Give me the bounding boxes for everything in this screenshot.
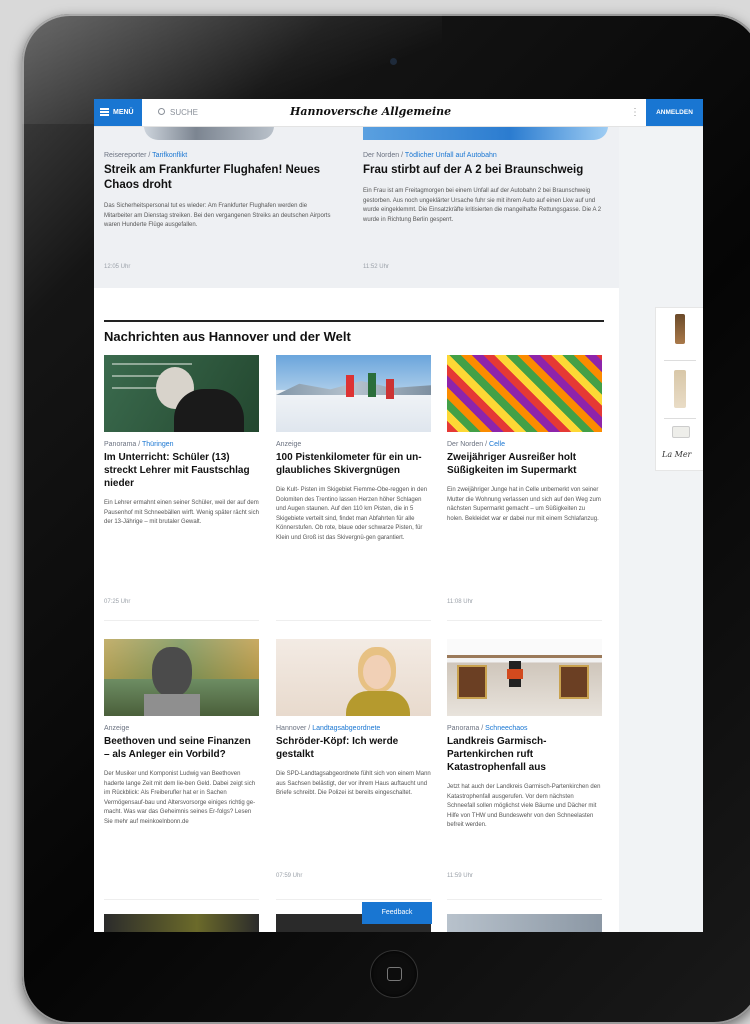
article-kicker: Reisereporter — [104, 152, 147, 159]
article-card[interactable]: Der Norden / Celle Zweijähriger Ausreiße… — [447, 355, 602, 524]
article-kicker: Anzeige — [104, 725, 130, 732]
article-topic[interactable]: Landtagsabgeordnete — [312, 725, 380, 732]
article-title[interactable]: 100 Pistenkilometer für ein un-glaublich… — [276, 451, 431, 477]
article-image[interactable] — [276, 639, 431, 716]
article-card[interactable]: Hannover / Landtagsabgeordnete Schröder-… — [276, 639, 431, 799]
product-image — [674, 370, 686, 408]
article-teaser: Die Kult- Pisten im Skigebiet Fiemme-Obe… — [276, 487, 428, 541]
card-divider — [276, 620, 431, 621]
section-title: Nachrichten aus Hannover und der Welt — [104, 329, 351, 344]
article-teaser: Der Musiker und Komponist Ludwig van Bee… — [104, 771, 256, 825]
article-image[interactable] — [447, 355, 602, 432]
article-time: 07:25 Uhr — [104, 599, 131, 605]
article-image[interactable] — [104, 355, 259, 432]
top-image-left — [144, 126, 274, 140]
article-kicker: Panorama — [104, 441, 137, 448]
article-time: 07:59 Uhr — [276, 873, 303, 879]
card-divider — [104, 620, 259, 621]
article-teaser: Jetzt hat auch der Landkreis Garmisch-Pa… — [447, 784, 601, 829]
article-kicker: Hannover — [276, 725, 307, 732]
article-title[interactable]: Schröder-Köpf: Ich werde gestalkt — [276, 735, 431, 761]
article-card[interactable]: Anzeige 100 Pistenkilometer für ein un-g… — [276, 355, 431, 544]
home-button[interactable] — [370, 950, 418, 998]
top-image-right — [363, 126, 608, 140]
login-button[interactable]: ANMELDEN — [646, 99, 703, 126]
card-divider — [447, 899, 602, 900]
ad-logo: La Mer — [662, 450, 692, 459]
article-title[interactable]: Zweijähriger Ausreißer holt Süßigkeiten … — [447, 451, 602, 477]
article-image[interactable] — [447, 639, 602, 716]
article-topic[interactable]: Tödlicher Unfall auf Autobahn — [405, 152, 497, 159]
search-icon — [158, 108, 165, 115]
sidebar-ad[interactable]: La Mer — [655, 307, 703, 471]
article-title[interactable]: Frau stirbt auf der A 2 bei Braunschweig — [363, 163, 603, 178]
site-logo[interactable]: Hannoversche Allgemeine — [290, 105, 451, 118]
camera-icon — [390, 58, 397, 65]
article-topic[interactable]: Tarifkonflikt — [152, 152, 187, 159]
article-topic[interactable]: Celle — [489, 441, 505, 448]
product-image — [675, 314, 685, 344]
search-placeholder: SUCHE — [170, 108, 199, 117]
section-divider — [104, 320, 604, 322]
article-image[interactable] — [276, 355, 431, 432]
article-image[interactable] — [104, 639, 259, 716]
article-title[interactable]: Im Unterricht: Schüler (13) streckt Lehr… — [104, 451, 259, 490]
hamburger-icon — [100, 108, 109, 110]
article-teaser: Ein Lehrer ermahnt einen seiner Schüler,… — [104, 500, 259, 526]
article-topic[interactable]: Thüringen — [142, 441, 174, 448]
article-card[interactable]: Panorama / Schneechaos Landkreis Garmisc… — [447, 639, 602, 831]
search-field[interactable]: SUCHE — [158, 108, 198, 117]
menu-button[interactable]: MENÜ — [94, 99, 142, 126]
site-header: MENÜ SUCHE Hannoversche Allgemeine ⋮ ANM… — [94, 99, 703, 127]
top-articles-area: Reisereporter / Tarifkonflikt Streik am … — [94, 126, 619, 288]
home-icon — [387, 967, 402, 981]
article-teaser: Die SPD-Landtagsabgeordnete fühlt sich v… — [276, 771, 431, 797]
card-divider — [447, 620, 602, 621]
article-card[interactable]: Panorama / Thüringen Im Unterricht: Schü… — [104, 355, 259, 528]
feedback-button[interactable]: Feedback — [362, 902, 432, 924]
article-title[interactable]: Landkreis Garmisch-Partenkirchen ruft Ka… — [447, 735, 602, 774]
article-image[interactable] — [447, 914, 602, 932]
article-kicker: Panorama — [447, 725, 480, 732]
article-kicker: Der Norden — [447, 441, 484, 448]
article-title[interactable]: Beethoven und seine Finanzen – als Anleg… — [104, 735, 259, 761]
browser-screen: Reisereporter / Tarifkonflikt Streik am … — [94, 99, 703, 932]
more-menu-icon[interactable]: ⋮ — [630, 107, 640, 118]
article-teaser: Ein Frau ist am Freitagmorgen bei einem … — [363, 188, 602, 223]
article-title[interactable]: Streik am Frankfurter Flughafen! Neues C… — [104, 163, 334, 193]
right-sidebar — [619, 126, 703, 932]
menu-label: MENÜ — [113, 109, 134, 116]
article-teaser: Das Sicherheitspersonal tut es wieder: A… — [104, 203, 331, 229]
article-time: 11:08 Uhr — [447, 599, 473, 605]
article-card[interactable]: Anzeige Beethoven und seine Finanzen – a… — [104, 639, 259, 828]
article-time: 11:59 Uhr — [447, 873, 473, 879]
top-article-1[interactable]: Reisereporter / Tarifkonflikt Streik am … — [104, 152, 334, 231]
top-article-2[interactable]: Der Norden / Tödlicher Unfall auf Autoba… — [363, 152, 603, 225]
card-divider — [276, 899, 431, 900]
article-kicker: Anzeige — [276, 441, 302, 448]
card-divider — [104, 899, 259, 900]
article-image[interactable] — [104, 914, 259, 932]
article-time: 11:52 Uhr — [363, 264, 389, 270]
article-topic[interactable]: Schneechaos — [485, 725, 527, 732]
product-image — [672, 426, 690, 438]
article-teaser: Ein zweijähriger Junge hat in Celle unbe… — [447, 487, 601, 522]
article-time: 12:05 Uhr — [104, 264, 131, 270]
article-kicker: Der Norden — [363, 152, 400, 159]
